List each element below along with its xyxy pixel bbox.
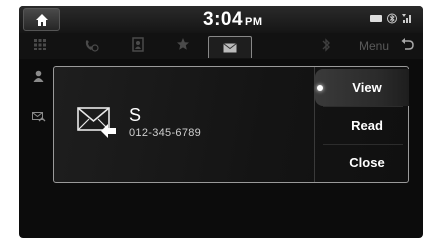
bluetooth-status-icon [387, 13, 397, 24]
screen: 3:04 PM Menu S 012-345-6789 View Read Cl… [19, 6, 423, 238]
signal-icon [402, 14, 411, 23]
contact-person-icon [33, 70, 44, 82]
battery-icon [370, 15, 382, 22]
close-label: Close [349, 155, 385, 170]
read-button[interactable]: Read [315, 107, 409, 144]
home-icon [36, 14, 48, 26]
clock: 3:04 PM [203, 9, 263, 31]
message-status-icon [32, 112, 46, 122]
clock-time: 3:04 [203, 9, 244, 30]
bluetooth-icon [322, 38, 330, 52]
tab-contacts[interactable] [131, 37, 145, 55]
tab-messages[interactable] [208, 36, 252, 58]
sender-number: 012-345-6789 [129, 127, 202, 139]
back-arrow-icon [401, 38, 414, 50]
close-button[interactable]: Close [315, 144, 409, 181]
messages-icon [223, 43, 237, 53]
message-popup: S 012-345-6789 View Read Close [53, 66, 409, 183]
popup-menu: View Read Close [314, 67, 409, 182]
sender-name: S [129, 105, 142, 125]
favorites-icon [177, 38, 189, 50]
tab-call-history[interactable] [83, 37, 99, 55]
back-button[interactable] [400, 37, 414, 55]
new-message-icon [77, 107, 116, 138]
tab-favorites[interactable] [176, 37, 190, 55]
clock-ampm: PM [245, 16, 263, 28]
tab-keypad[interactable] [33, 37, 47, 55]
read-label: Read [351, 118, 383, 133]
tab-bluetooth[interactable] [319, 37, 333, 55]
status-icons [370, 13, 413, 24]
contacts-icon [132, 37, 144, 52]
home-button[interactable] [23, 8, 60, 31]
selection-indicator [317, 85, 323, 91]
keypad-icon [34, 39, 46, 50]
view-label: View [352, 80, 382, 95]
status-bar: 3:04 PM [19, 6, 423, 33]
call-history-icon [85, 40, 99, 52]
view-button[interactable]: View [315, 69, 409, 106]
menu-button[interactable]: Menu [359, 39, 389, 53]
